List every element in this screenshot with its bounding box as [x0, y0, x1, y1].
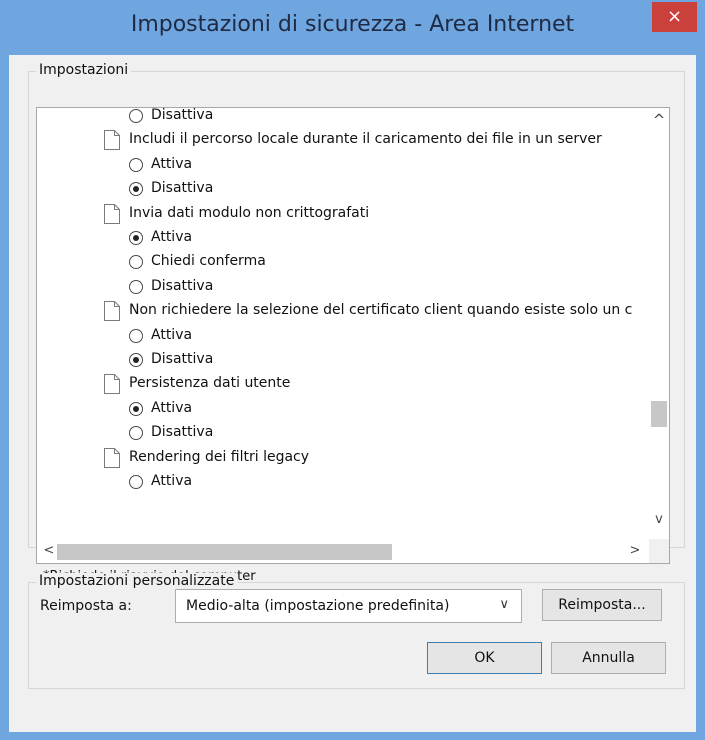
radio-label: Disattiva	[151, 108, 214, 123]
settings-list[interactable]: Disattiva Includi il percorso locale dura…	[36, 107, 670, 564]
settings-group-label: Impostazioni	[36, 62, 132, 78]
scroll-down-arrow-icon[interactable]: v	[649, 512, 669, 527]
radio-button-checked[interactable]	[129, 231, 143, 245]
radio-button[interactable]	[129, 255, 143, 270]
cancel-button[interactable]: Annulla	[551, 642, 666, 674]
radio-label: Chiedi conferma	[151, 253, 266, 270]
document-icon	[104, 130, 120, 151]
setting-label: Non richiedere la selezione del certific…	[129, 302, 633, 319]
security-settings-window: Impostazioni di sicurezza - Area Interne…	[0, 0, 705, 740]
radio-button[interactable]	[129, 279, 143, 294]
horizontal-scroll-thumb[interactable]	[57, 544, 392, 560]
radio-button-checked[interactable]	[129, 182, 143, 197]
radio-button[interactable]	[129, 426, 143, 441]
vertical-scroll-thumb[interactable]	[651, 401, 667, 427]
document-icon	[104, 374, 120, 395]
setting-label: Persistenza dati utente	[129, 375, 291, 392]
close-icon: ×	[666, 6, 683, 27]
security-level-select[interactable]: Medio-alta (impostazione predefinita) ∨	[175, 589, 522, 623]
scroll-right-arrow-icon[interactable]: >	[625, 543, 645, 558]
radio-button[interactable]	[129, 109, 143, 123]
radio-label: Disattiva	[151, 277, 214, 294]
reset-button[interactable]: Reimposta...	[542, 589, 662, 621]
title-bar[interactable]: Impostazioni di sicurezza - Area Interne…	[0, 0, 705, 55]
radio-button-checked[interactable]	[129, 353, 143, 367]
radio-label: Disattiva	[151, 424, 214, 441]
radio-button-checked[interactable]	[129, 401, 143, 416]
dialog-client-area: Impostazioni Disattiva Includi il percors…	[9, 55, 696, 732]
scroll-left-arrow-icon[interactable]: <	[39, 543, 59, 558]
horizontal-scrollbar[interactable]: < >	[37, 539, 649, 563]
radio-label: Attiva	[151, 399, 193, 416]
security-level-value: Medio-alta (impostazione predefinita)	[186, 598, 450, 614]
radio-label: Disattiva	[151, 351, 214, 367]
setting-label: Rendering dei filtri legacy	[129, 448, 310, 465]
close-button[interactable]: ×	[652, 2, 697, 32]
radio-button[interactable]	[129, 157, 143, 172]
document-icon	[104, 203, 120, 224]
document-icon	[104, 447, 120, 468]
ok-button[interactable]: OK	[427, 642, 542, 674]
reset-to-label: Reimposta a:	[40, 598, 132, 614]
window-title: Impostazioni di sicurezza - Area Interne…	[130, 12, 575, 37]
radio-button[interactable]	[129, 328, 143, 343]
chevron-down-icon: ∨	[499, 597, 509, 612]
scrollbar-corner	[649, 539, 669, 563]
setting-label: Includi il percorso locale durante il ca…	[129, 131, 602, 148]
radio-button[interactable]	[129, 475, 143, 489]
document-icon	[104, 301, 120, 322]
radio-label: Attiva	[151, 326, 193, 343]
radio-label: Attiva	[151, 473, 193, 489]
custom-settings-group-label: Impostazioni personalizzate	[36, 573, 238, 589]
vertical-scrollbar[interactable]: ^ v	[649, 108, 669, 538]
setting-label: Invia dati modulo non crittografati	[129, 204, 370, 221]
radio-label: Disattiva	[151, 180, 214, 197]
radio-label: Attiva	[151, 155, 193, 172]
settings-list-content: Disattiva Includi il percorso locale dura…	[37, 108, 649, 538]
radio-label: Attiva	[151, 229, 193, 245]
scroll-up-arrow-icon[interactable]: ^	[649, 111, 669, 129]
